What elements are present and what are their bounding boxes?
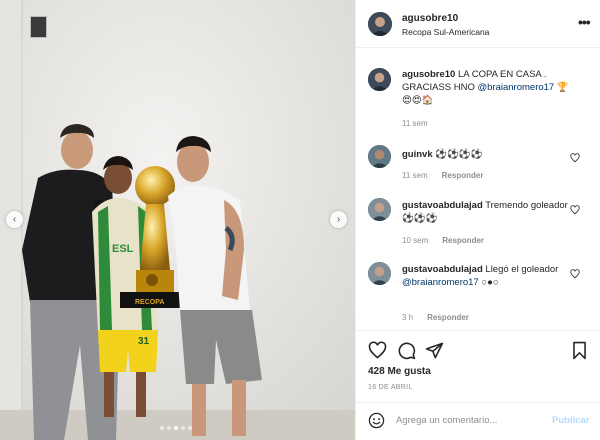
carousel-dot [181, 426, 185, 430]
comment-meta: 10 sem Responder [402, 236, 484, 245]
avatar[interactable] [368, 68, 391, 91]
comment-text: gustavoabdulajad Tremendo goleador ⚽⚽⚽ [402, 199, 572, 225]
reply-button[interactable]: Responder [442, 236, 484, 245]
add-comment-bar: Publicar [356, 402, 600, 436]
svg-text:ESL: ESL [112, 243, 134, 255]
post-sidebar: agusobre10 Recopa Sul-Americana ••• agus… [355, 0, 600, 440]
story-thumbnail [30, 16, 47, 38]
post-date[interactable]: 16 DE ABRIL [368, 384, 413, 391]
heart-icon[interactable] [570, 205, 580, 215]
publish-button[interactable]: Publicar [552, 415, 590, 426]
chevron-left-icon: ‹ [12, 213, 17, 225]
comment-username[interactable]: gustavoabdulajad [402, 264, 483, 275]
reply-button[interactable]: Responder [442, 171, 484, 180]
post-actions: 428 Me gusta 16 DE ABRIL Publicar [356, 330, 600, 435]
caption-meta: 11 sem [402, 119, 428, 128]
avatar[interactable] [368, 145, 391, 168]
timestamp[interactable]: 3 h [402, 313, 413, 322]
username-link[interactable]: agusobre10 [402, 13, 458, 24]
carousel-dot-active [174, 426, 178, 430]
comment-body: ⚽⚽⚽⚽ [435, 149, 483, 160]
next-photo-button[interactable]: › [330, 211, 347, 228]
paper-plane-icon[interactable] [425, 341, 444, 360]
more-icon[interactable]: ••• [578, 14, 591, 30]
svg-text:31: 31 [138, 336, 150, 347]
comment-input[interactable] [396, 411, 546, 429]
instagram-post: ESL 31 RECOPA ‹ › agusobre10 Recopa Sul-… [0, 0, 600, 440]
location-link[interactable]: Recopa Sul-Americana [402, 27, 489, 37]
reply-button[interactable]: Responder [427, 313, 469, 322]
like-count[interactable]: 428 Me gusta [368, 366, 431, 377]
carousel-dots [160, 426, 192, 430]
emoji-icon[interactable] [368, 412, 385, 429]
timestamp[interactable]: 10 sem [402, 236, 428, 245]
carousel-dot [167, 426, 171, 430]
comment-meta: 11 sem Responder [402, 171, 483, 180]
mention-link[interactable]: @braianromero17 [478, 82, 555, 93]
caption-text: agusobre10 LA COPA EN CASA . GRACIASS HN… [402, 68, 572, 107]
comment-icon[interactable] [397, 341, 416, 360]
avatar[interactable] [368, 12, 392, 36]
post-header: agusobre10 Recopa Sul-Americana ••• [356, 0, 600, 48]
comment-extra: ○●○ [478, 277, 499, 288]
timestamp[interactable]: 11 sem [402, 171, 428, 180]
carousel-dot [160, 426, 164, 430]
comment-username[interactable]: gustavoabdulajad [402, 200, 483, 211]
carousel-dot [188, 426, 192, 430]
heart-icon[interactable] [368, 341, 387, 360]
chevron-right-icon: › [336, 213, 341, 225]
avatar[interactable] [368, 198, 391, 221]
heart-icon[interactable] [570, 269, 580, 279]
avatar[interactable] [368, 262, 391, 285]
caption-username[interactable]: agusobre10 [402, 69, 455, 80]
timestamp[interactable]: 11 sem [402, 119, 428, 128]
comment-text: guinvk ⚽⚽⚽⚽ [402, 148, 572, 161]
comment-meta: 3 h Responder [402, 313, 469, 322]
heart-icon[interactable] [570, 153, 580, 163]
bookmark-icon[interactable] [570, 341, 589, 360]
comment-username[interactable]: guinvk [402, 149, 433, 160]
previous-photo-button[interactable]: ‹ [6, 211, 23, 228]
comment-text: gustavoabdulajad Llegó el goleador @brai… [402, 263, 572, 289]
comment-body: Llegó el goleador [485, 264, 559, 275]
mention-link[interactable]: @braianromero17 [402, 277, 479, 288]
post-photo[interactable]: ESL 31 RECOPA ‹ › [0, 0, 355, 440]
svg-text:RECOPA: RECOPA [135, 299, 164, 306]
photo-scene: ESL 31 RECOPA [0, 0, 355, 440]
